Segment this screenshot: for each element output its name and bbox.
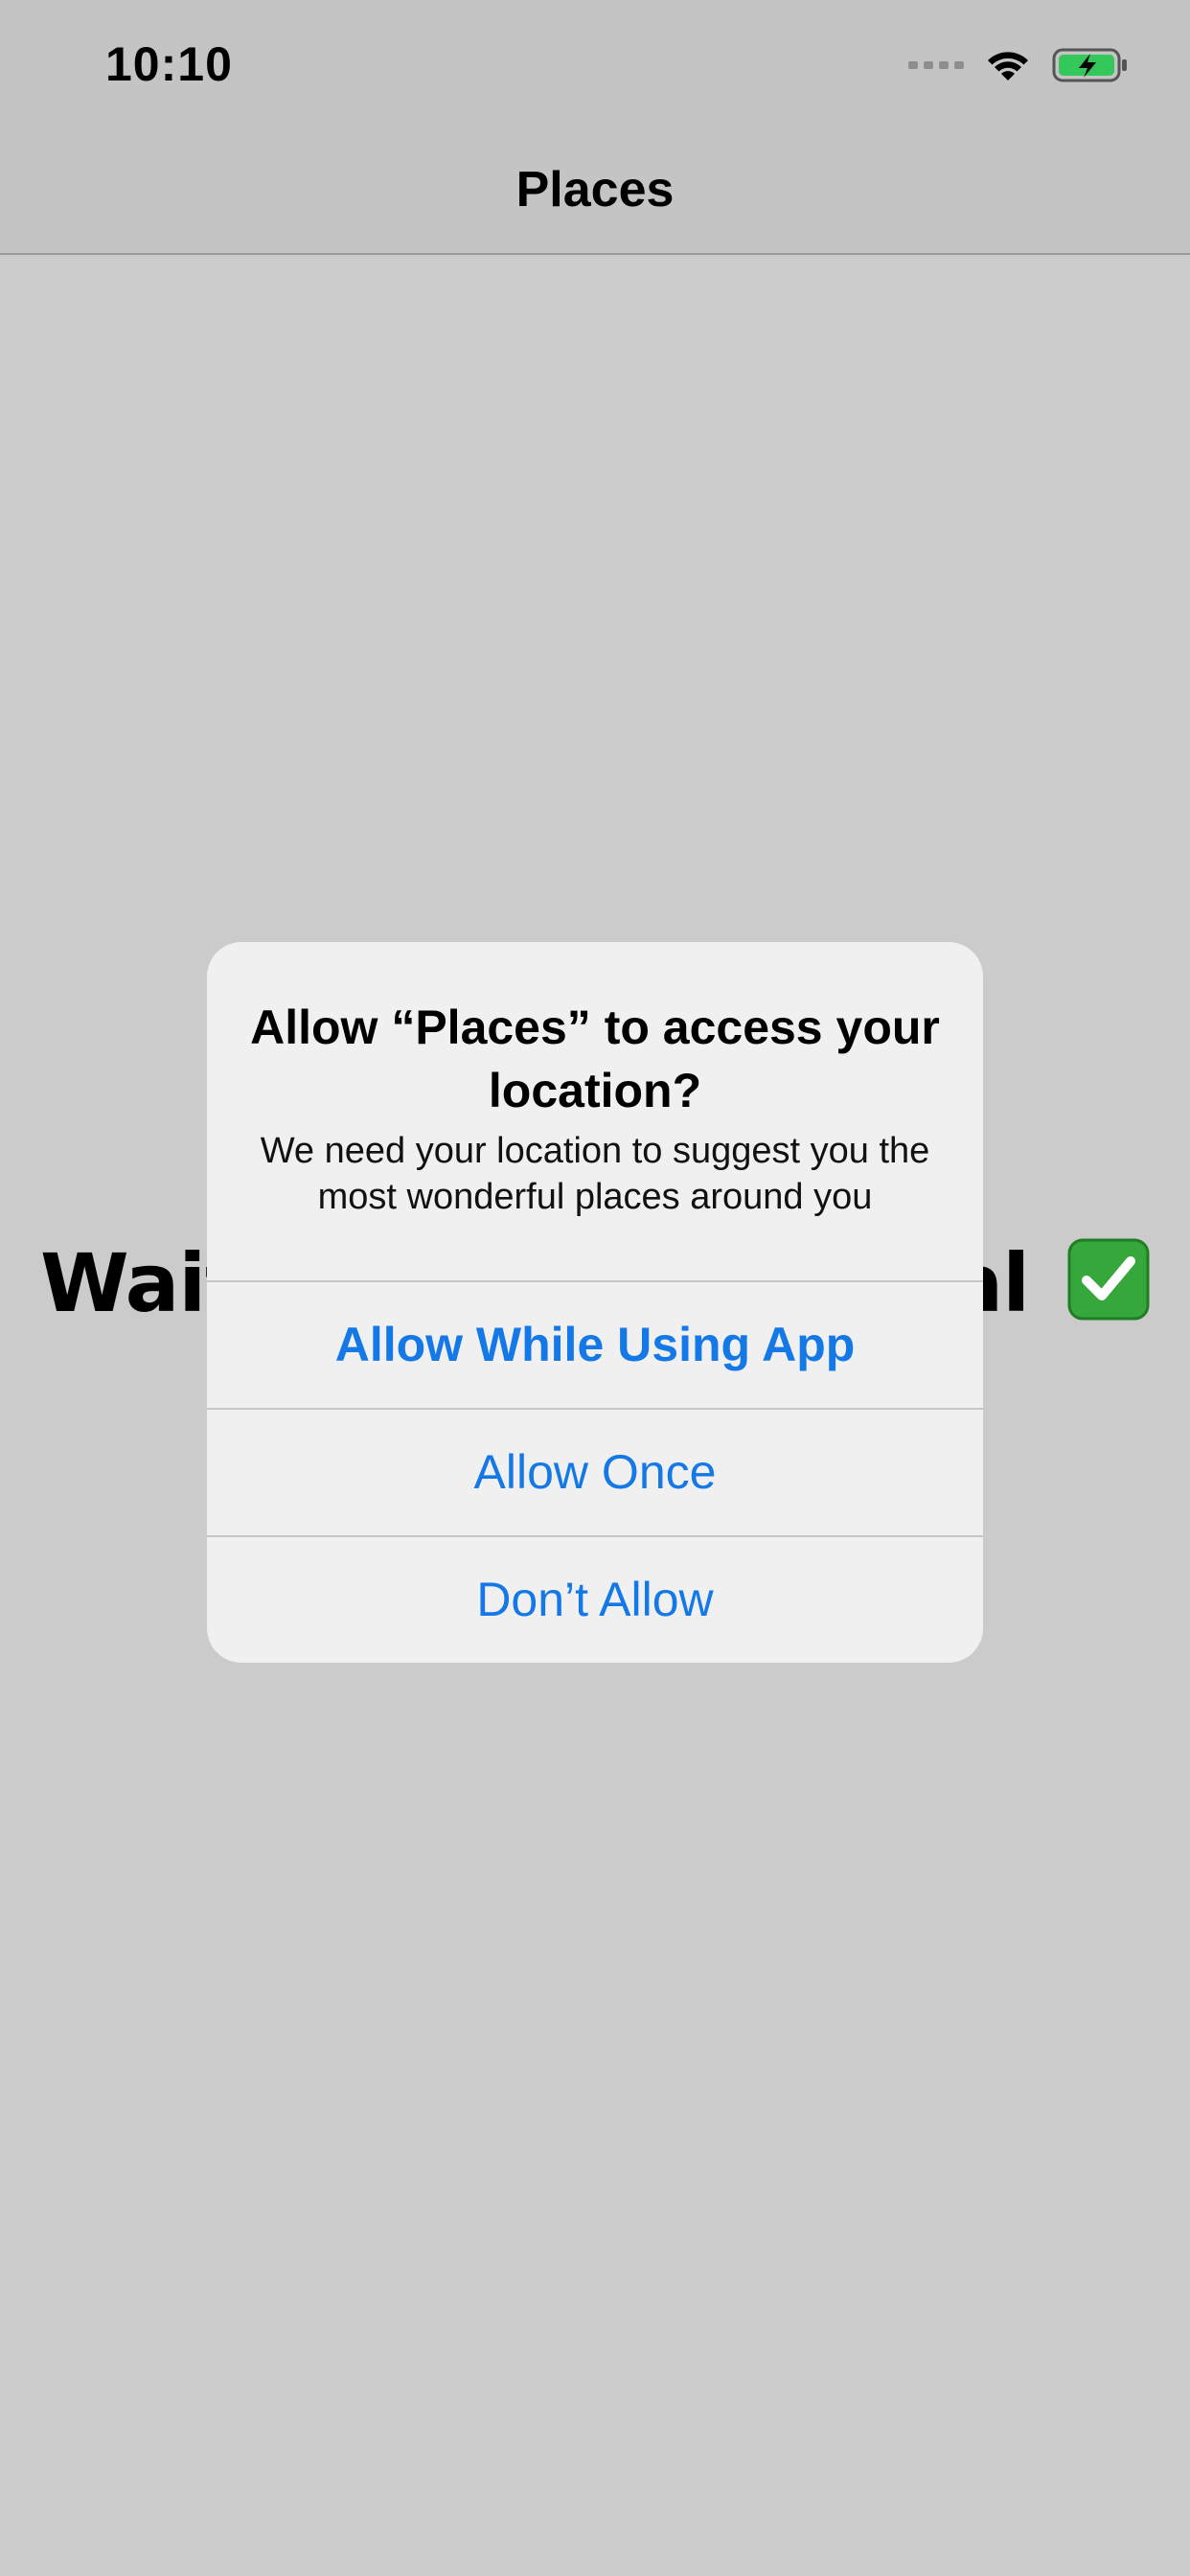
battery-charging-icon [1052,48,1127,82]
cellular-signal-icon [908,61,964,69]
status-icons [908,42,1129,88]
status-bar: 10:10 [0,0,1190,126]
page-title: Places [515,162,675,218]
wifi-icon [988,52,1028,80]
alert-body: Allow “Places” to access your location? … [207,942,983,1280]
allow-once-button[interactable]: Allow Once [207,1408,983,1534]
alert-title: Allow “Places” to access your location? [250,1000,940,1117]
status-time: 10:10 [105,37,233,91]
allow-while-using-app-button[interactable]: Allow While Using App [207,1280,983,1407]
screen: 10:10 Places Wait val [0,0,1190,2576]
location-permission-alert: Allow “Places” to access your location? … [207,942,983,1663]
check-mark-button-icon [1067,1238,1150,1321]
dont-allow-button[interactable]: Don’t Allow [207,1535,983,1662]
navigation-bar: Places [0,126,1190,255]
alert-message: We need your location to suggest you the… [260,1131,930,1217]
